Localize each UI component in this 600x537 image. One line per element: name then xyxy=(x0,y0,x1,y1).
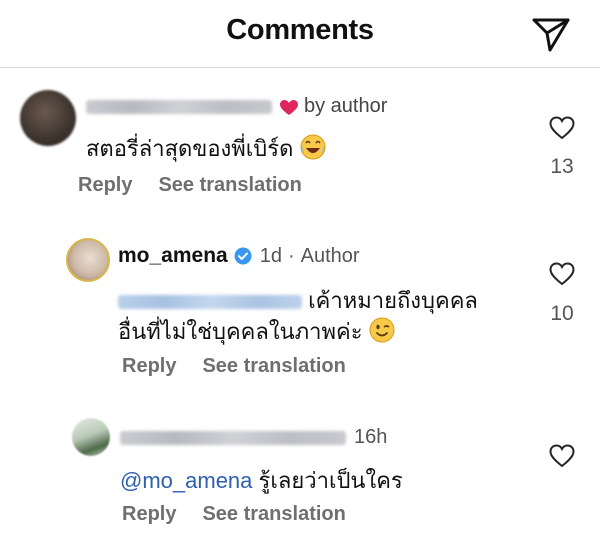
mention-link[interactable]: @mo_amena xyxy=(120,468,252,493)
reply-button[interactable]: Reply xyxy=(122,503,176,525)
comment-header: 16h xyxy=(120,426,387,449)
comment-actions: Reply See translation xyxy=(122,503,346,526)
comment-time: 16h xyxy=(354,426,388,448)
avatar[interactable] xyxy=(72,418,110,456)
see-translation-button[interactable]: See translation xyxy=(202,503,345,525)
comment-text-content: รู้เลยว่าเป็นใคร xyxy=(258,468,403,493)
username-blurred[interactable] xyxy=(120,430,346,445)
comment-text: @mo_amena รู้เลยว่าเป็นใคร xyxy=(120,463,403,498)
like-heart-icon[interactable] xyxy=(549,444,575,468)
comment-reply-item: 16h @mo_amena รู้เลยว่าเป็นใคร Reply See … xyxy=(0,0,600,537)
